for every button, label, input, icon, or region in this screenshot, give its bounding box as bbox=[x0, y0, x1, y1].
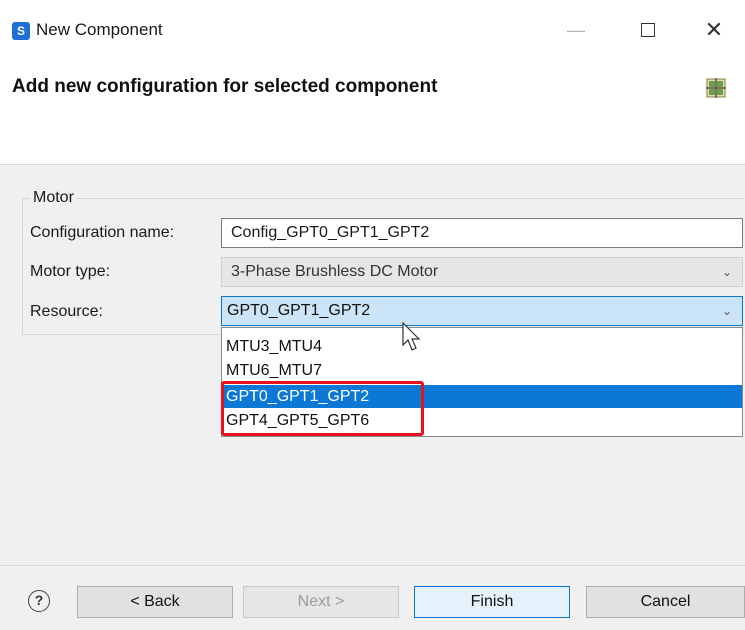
resource-label: Resource: bbox=[30, 303, 103, 320]
help-icon[interactable]: ? bbox=[28, 590, 50, 612]
minimize-button[interactable]: — bbox=[556, 14, 596, 46]
configuration-name-input[interactable]: Config_GPT0_GPT1_GPT2 bbox=[221, 218, 743, 248]
configuration-name-label: Configuration name: bbox=[30, 224, 175, 241]
cancel-button[interactable]: Cancel bbox=[586, 586, 745, 618]
annotation-highlight-box bbox=[221, 381, 424, 436]
back-button[interactable]: < Back bbox=[77, 586, 233, 618]
resource-value: GPT0_GPT1_GPT2 bbox=[227, 302, 371, 319]
maximize-button[interactable] bbox=[628, 14, 668, 46]
dropdown-option[interactable]: MTU3_MTU4 bbox=[222, 335, 742, 358]
resource-select[interactable]: GPT0_GPT1_GPT2 ⌄ bbox=[221, 296, 743, 326]
motor-type-value: 3-Phase Brushless DC Motor bbox=[231, 263, 439, 280]
close-button[interactable]: ✕ bbox=[694, 14, 734, 46]
motor-type-label: Motor type: bbox=[30, 263, 111, 280]
window-title: New Component bbox=[36, 20, 163, 39]
chevron-down-icon: ⌄ bbox=[721, 265, 732, 279]
mouse-cursor-icon bbox=[402, 322, 421, 351]
wizard-banner-icon bbox=[706, 78, 726, 98]
finish-button[interactable]: Finish bbox=[414, 586, 570, 618]
app-logo-icon: S bbox=[12, 22, 30, 40]
page-title: Add new configuration for selected compo… bbox=[12, 76, 438, 97]
chevron-down-icon: ⌄ bbox=[721, 304, 732, 318]
next-button[interactable]: Next > bbox=[243, 586, 399, 618]
title-bar: S New Component — ✕ bbox=[0, 0, 745, 56]
motor-group-legend: Motor bbox=[30, 189, 77, 207]
maximize-icon bbox=[641, 23, 655, 37]
motor-type-select[interactable]: 3-Phase Brushless DC Motor ⌄ bbox=[221, 257, 743, 287]
dropdown-option[interactable]: MTU6_MTU7 bbox=[222, 359, 742, 382]
